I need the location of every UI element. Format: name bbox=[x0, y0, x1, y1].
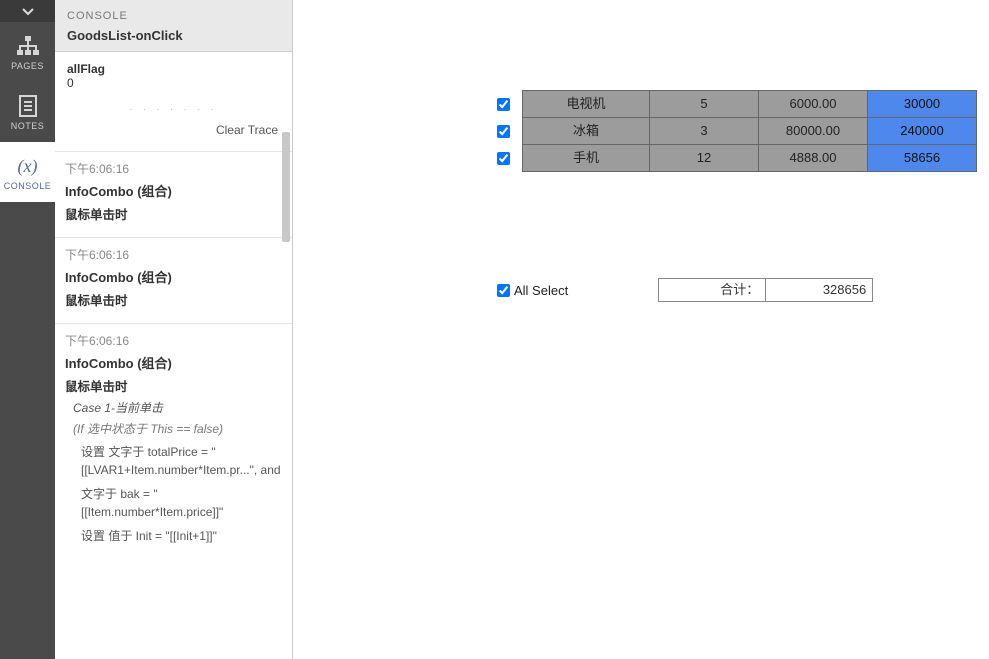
trace-source: InfoCombo (组合) bbox=[65, 267, 282, 286]
trace-entry: 下午6:06:16 InfoCombo (组合) 鼠标单击时 Case 1-当前… bbox=[55, 323, 292, 561]
nav-expand-toggle[interactable] bbox=[0, 0, 55, 22]
variable-name: allFlag bbox=[67, 62, 280, 76]
table-row: 电视机 5 6000.00 30000 bbox=[493, 90, 977, 118]
document-icon bbox=[17, 93, 39, 119]
sum-label: 合计： bbox=[658, 278, 766, 302]
table-row: 手机 12 4888.00 58656 bbox=[493, 144, 977, 172]
scrollbar-thumb[interactable] bbox=[282, 132, 290, 242]
nav-rail: PAGES NOTES (x) CONSOLE bbox=[0, 0, 55, 659]
cell-name: 冰箱 bbox=[522, 117, 650, 145]
goods-table: 电视机 5 6000.00 30000 冰箱 3 80000.00 240000… bbox=[493, 90, 977, 171]
dots-separator: . . . . . . . bbox=[55, 96, 292, 117]
nav-label-pages: PAGES bbox=[11, 61, 44, 71]
console-subtitle: GoodsList-onClick bbox=[67, 28, 280, 43]
trace-event: 鼠标单击时 bbox=[65, 376, 282, 395]
nav-item-pages[interactable]: PAGES bbox=[0, 22, 55, 82]
trace-condition: (If 选中状态于 This == false) bbox=[65, 420, 282, 437]
cell-qty: 5 bbox=[649, 90, 759, 118]
trace-event: 鼠标单击时 bbox=[65, 204, 282, 223]
cell-price: 80000.00 bbox=[758, 117, 868, 145]
prototype-canvas: 电视机 5 6000.00 30000 冰箱 3 80000.00 240000… bbox=[293, 0, 989, 659]
cell-price: 4888.00 bbox=[758, 144, 868, 172]
table-row: 冰箱 3 80000.00 240000 bbox=[493, 117, 977, 145]
row-checkbox[interactable] bbox=[497, 152, 510, 165]
trace-action: 文字于 bak = "[[Item.number*Item.price]]" bbox=[65, 485, 282, 521]
cell-total: 240000 bbox=[867, 117, 977, 145]
all-select-checkbox[interactable] bbox=[497, 284, 510, 297]
all-select-label: All Select bbox=[514, 283, 568, 298]
nav-item-notes[interactable]: NOTES bbox=[0, 82, 55, 142]
clear-trace-button[interactable]: Clear Trace bbox=[55, 117, 292, 151]
trace-action: 设置 文字于 totalPrice = "[[LVAR1+Item.number… bbox=[65, 443, 282, 479]
trace-action: 设置 值于 Init = "[[Init+1]]" bbox=[65, 527, 282, 545]
trace-timestamp: 下午6:06:16 bbox=[65, 332, 282, 349]
variable-value: 0 bbox=[67, 76, 280, 90]
trace-timestamp: 下午6:06:16 bbox=[65, 246, 282, 263]
console-body[interactable]: allFlag 0 . . . . . . . Clear Trace 下午6:… bbox=[55, 52, 292, 659]
trace-entry: 下午6:06:16 InfoCombo (组合) 鼠标单击时 bbox=[55, 151, 292, 237]
console-title: CONSOLE bbox=[67, 10, 280, 22]
variable-icon: (x) bbox=[18, 153, 38, 179]
console-header: CONSOLE GoodsList-onClick bbox=[55, 0, 292, 52]
cell-qty: 12 bbox=[649, 144, 759, 172]
footer-row: All Select 合计： 328656 bbox=[493, 278, 873, 302]
cell-qty: 3 bbox=[649, 117, 759, 145]
sum-box: 合计： 328656 bbox=[658, 278, 873, 302]
cell-total: 30000 bbox=[867, 90, 977, 118]
trace-source: InfoCombo (组合) bbox=[65, 181, 282, 200]
trace-source: InfoCombo (组合) bbox=[65, 353, 282, 372]
trace-event: 鼠标单击时 bbox=[65, 290, 282, 309]
variable-block: allFlag 0 bbox=[55, 52, 292, 96]
cell-name: 电视机 bbox=[522, 90, 650, 118]
trace-case: Case 1-当前单击 bbox=[65, 399, 282, 416]
cell-name: 手机 bbox=[522, 144, 650, 172]
nav-item-console[interactable]: (x) CONSOLE bbox=[0, 142, 55, 202]
nav-label-notes: NOTES bbox=[11, 121, 45, 131]
sum-value: 328656 bbox=[765, 278, 873, 302]
trace-timestamp: 下午6:06:16 bbox=[65, 160, 282, 177]
row-checkbox[interactable] bbox=[497, 98, 510, 111]
nav-label-console: CONSOLE bbox=[4, 181, 52, 191]
trace-entry: 下午6:06:16 InfoCombo (组合) 鼠标单击时 bbox=[55, 237, 292, 323]
chevron-down-icon bbox=[21, 6, 35, 16]
sitemap-icon bbox=[16, 33, 40, 59]
row-checkbox[interactable] bbox=[497, 125, 510, 138]
cell-price: 6000.00 bbox=[758, 90, 868, 118]
console-panel: CONSOLE GoodsList-onClick allFlag 0 . . … bbox=[55, 0, 293, 659]
cell-total: 58656 bbox=[867, 144, 977, 172]
